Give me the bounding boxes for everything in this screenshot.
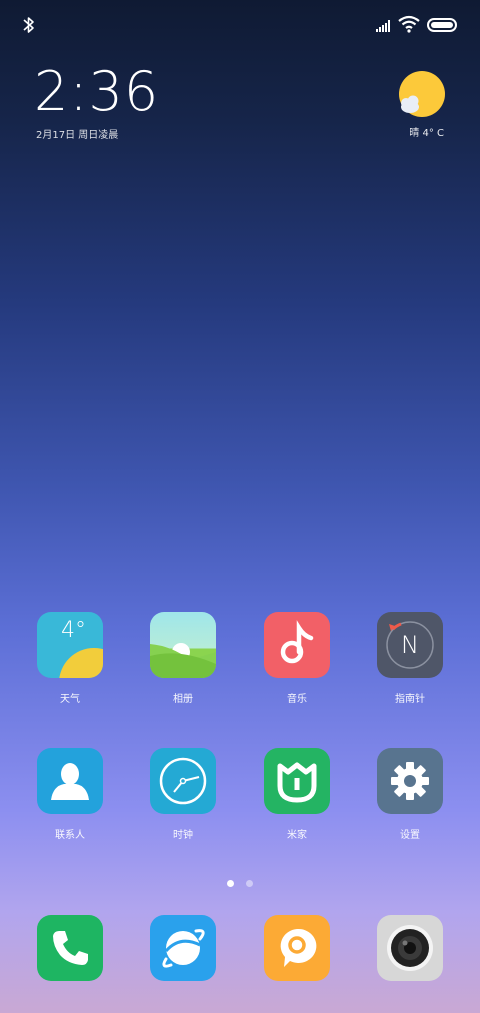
sun-cloud-icon[interactable]: [396, 70, 446, 120]
music-app-icon: [264, 612, 330, 678]
contacts-app-icon: [37, 748, 103, 814]
weather-temp: 晴 4° C: [409, 128, 444, 139]
status-bar: [0, 0, 480, 50]
clock-time[interactable]: 2:36: [34, 62, 159, 122]
clock-date: 2月17日 周日凌晨: [36, 130, 119, 141]
page-indicator: [0, 872, 480, 891]
phone-icon: [37, 915, 103, 981]
dock-phone[interactable]: [20, 915, 120, 981]
dock-messages[interactable]: [247, 915, 347, 981]
app-label: 时钟: [173, 830, 193, 841]
page-dot-1[interactable]: [227, 880, 234, 887]
bluetooth-icon: [23, 17, 34, 33]
camera-icon: [377, 915, 443, 981]
compass-app-icon: N: [377, 612, 443, 678]
browser-icon: [150, 915, 216, 981]
app-label: 米家: [287, 830, 307, 841]
app-label: 天气: [60, 694, 80, 705]
app-mijia[interactable]: 米家: [247, 748, 347, 841]
app-gallery[interactable]: 相册: [133, 612, 233, 705]
battery-icon: [427, 18, 457, 32]
app-compass[interactable]: N 指南针: [360, 612, 460, 705]
gallery-app-icon: [150, 612, 216, 678]
signal-icon: [376, 20, 390, 32]
app-label: 设置: [400, 830, 420, 841]
app-clock[interactable]: 时钟: [133, 748, 233, 841]
dock-browser[interactable]: [133, 915, 233, 981]
app-music[interactable]: 音乐: [247, 612, 347, 705]
weather-app-tile-text: 4°: [61, 618, 86, 643]
clock-app-icon: [150, 748, 216, 814]
weather-app-icon: 4°: [37, 612, 103, 678]
app-label: 音乐: [287, 694, 307, 705]
app-contacts[interactable]: 联系人: [20, 748, 120, 841]
app-label: 联系人: [55, 830, 85, 841]
compass-tile-text: N: [401, 631, 419, 659]
mijia-app-icon: [264, 748, 330, 814]
settings-app-icon: [377, 748, 443, 814]
app-weather[interactable]: 4° 天气: [20, 612, 120, 705]
app-settings[interactable]: 设置: [360, 748, 460, 841]
app-label: 指南针: [395, 694, 425, 705]
wifi-icon: [398, 15, 420, 33]
app-label: 相册: [173, 694, 193, 705]
message-icon: [264, 915, 330, 981]
page-dot-2[interactable]: [246, 880, 253, 887]
dock-camera[interactable]: [360, 915, 460, 981]
